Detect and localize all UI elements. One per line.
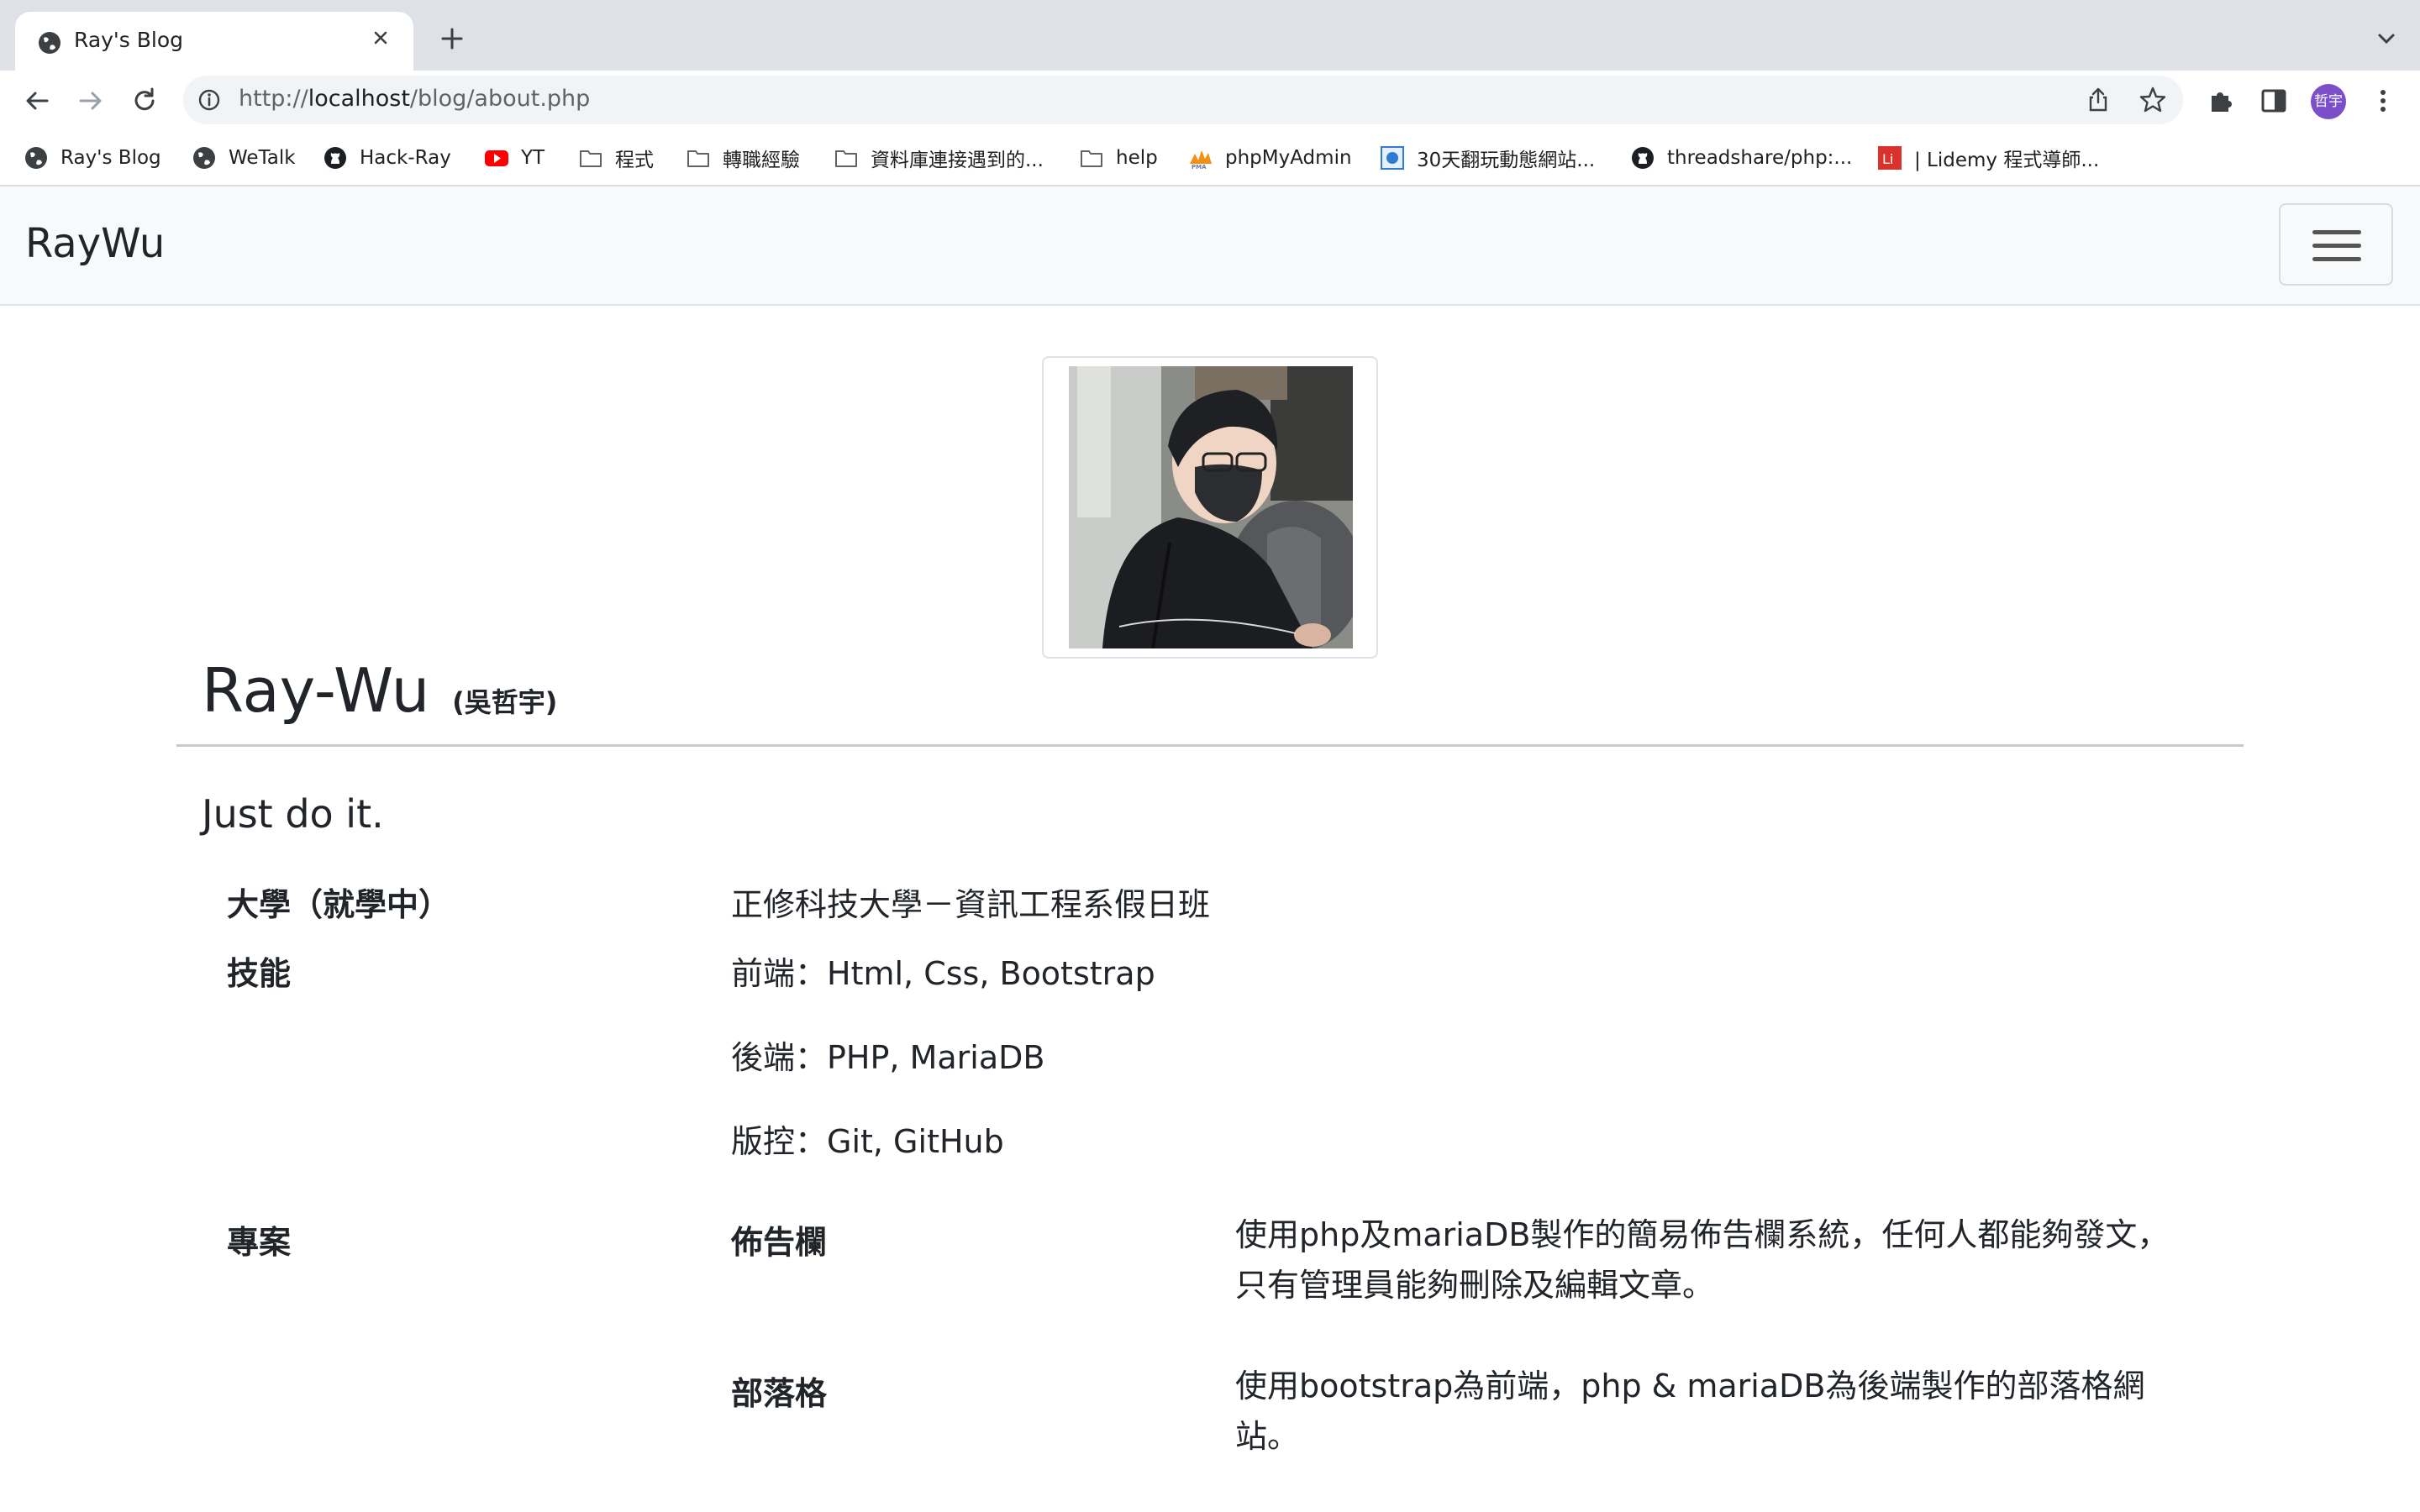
skill-frontend: 前端：Html, Css, Bootstrap: [731, 955, 1155, 992]
university-label: 大學（就學中）: [227, 886, 451, 923]
bookmark-label: 轉職經驗: [723, 150, 800, 171]
browser-tabstrip: Ray's Blog: [0, 0, 2420, 71]
browser-toolbar: http://localhost/blog/about.php 哲宇: [0, 71, 2420, 131]
more-menu-icon[interactable]: [2366, 84, 2400, 118]
bookmark-lidemy[interactable]: Li | Lidemy 程式導師...: [1877, 143, 2099, 173]
globe-icon: [193, 147, 215, 169]
bookmark-rays-blog[interactable]: Ray's Blog: [24, 143, 161, 173]
project-name: 部落格: [731, 1375, 828, 1412]
profile-photo: [1069, 366, 1353, 648]
bookmark-hack-ray[interactable]: Hack-Ray: [323, 143, 451, 173]
folder-icon: [835, 150, 857, 167]
svg-text:Li: Li: [1882, 151, 1893, 167]
chevron-down-icon[interactable]: [2373, 25, 2400, 52]
project-name: 佈告欄: [731, 1224, 828, 1261]
youtube-icon: [485, 150, 508, 166]
phpmyadmin-icon: PMA: [1190, 150, 1212, 171]
folder-icon: [687, 150, 709, 167]
bookmark-label: 資料庫連接遇到的...: [871, 150, 1044, 171]
bookmark-30days[interactable]: 30天翻玩動態網站...: [1380, 143, 1595, 173]
profile-photo-frame: [1042, 356, 1378, 659]
project-description: 使用bootstrap為前端，php & mariaDB為後端製作的部落格網 站…: [1235, 1368, 2145, 1455]
profile-name: Ray-Wu (吳哲宇): [202, 655, 558, 726]
projects-label: 專案: [227, 1224, 292, 1261]
folder-icon: [580, 150, 602, 167]
profile-avatar[interactable]: 哲宇: [2311, 84, 2346, 119]
profile-motto: Just do it.: [202, 791, 384, 837]
close-tab-icon[interactable]: [366, 24, 395, 52]
navbar-toggle-button[interactable]: [2279, 203, 2393, 286]
lidemy-icon: Li: [1878, 146, 1902, 170]
new-tab-icon[interactable]: [435, 22, 469, 55]
bookmark-threadshare[interactable]: threadshare/php:...: [1630, 143, 1852, 173]
site-navbar: RayWu: [0, 186, 2420, 306]
site-icon: [1381, 146, 1404, 170]
bookmark-label: phpMyAdmin: [1225, 147, 1352, 169]
bookmark-label: 30天翻玩動態網站...: [1417, 150, 1596, 171]
hamburger-icon: [2312, 230, 2361, 234]
bookmark-folder-database[interactable]: 資料庫連接遇到的...: [834, 143, 1044, 173]
share-icon[interactable]: [2084, 86, 2112, 114]
profile-name-chinese: (吳哲宇): [452, 686, 558, 718]
back-arrow-icon[interactable]: [18, 82, 55, 119]
url-text: http://localhost/blog/about.php: [239, 86, 591, 112]
site-brand[interactable]: RayWu: [25, 220, 165, 267]
project-description: 使用php及mariaDB製作的簡易佈告欄系統，任何人都能夠發文， 只有管理員能…: [1235, 1216, 2170, 1304]
skill-version-control: 版控：Git, GitHub: [731, 1123, 1004, 1160]
bookmark-folder-code[interactable]: 程式: [578, 143, 654, 173]
university-value: 正修科技大學－資訊工程系假日班: [731, 886, 1211, 923]
globe-icon: [25, 147, 47, 169]
bookmark-folder-help[interactable]: help: [1079, 143, 1158, 173]
bookmark-label: WeTalk: [229, 147, 296, 169]
bookmark-label: | Lidemy 程式導師...: [1914, 150, 2100, 171]
address-bar[interactable]: http://localhost/blog/about.php: [183, 76, 2183, 124]
forward-arrow-icon[interactable]: [72, 82, 109, 119]
bookmark-label: threadshare/php:...: [1667, 147, 1853, 169]
bookmark-star-icon[interactable]: [2138, 85, 2168, 115]
svg-text:PMA: PMA: [1192, 164, 1207, 171]
bookmark-label: Ray's Blog: [60, 147, 161, 169]
bookmark-folder-career[interactable]: 轉職經驗: [686, 143, 800, 173]
github-icon: [1632, 147, 1654, 169]
extensions-puzzle-icon[interactable]: [2205, 84, 2238, 118]
skills-label: 技能: [227, 955, 292, 992]
bookmarks-bar: Ray's Blog WeTalk Hack-Ray YT 程式 轉職經驗 資料…: [0, 131, 2420, 186]
skill-backend: 後端：PHP, MariaDB: [731, 1039, 1045, 1076]
bookmark-label: Hack-Ray: [360, 147, 451, 169]
folder-icon: [1081, 150, 1102, 167]
divider: [176, 744, 2244, 747]
bookmark-label: YT: [521, 147, 545, 169]
site-info-icon[interactable]: [195, 86, 224, 114]
side-panel-icon[interactable]: [2257, 84, 2291, 118]
bookmark-yt[interactable]: YT: [484, 143, 544, 173]
github-icon: [324, 147, 346, 169]
browser-tab-active[interactable]: Ray's Blog: [15, 12, 413, 71]
globe-icon: [39, 32, 60, 54]
bookmark-label: help: [1116, 147, 1158, 169]
bookmark-label: 程式: [615, 150, 654, 171]
bookmark-wetalk[interactable]: WeTalk: [192, 143, 296, 173]
tab-title: Ray's Blog: [74, 28, 184, 52]
bookmark-phpmyadmin[interactable]: PMA phpMyAdmin: [1188, 143, 1352, 173]
reload-icon[interactable]: [126, 82, 163, 119]
